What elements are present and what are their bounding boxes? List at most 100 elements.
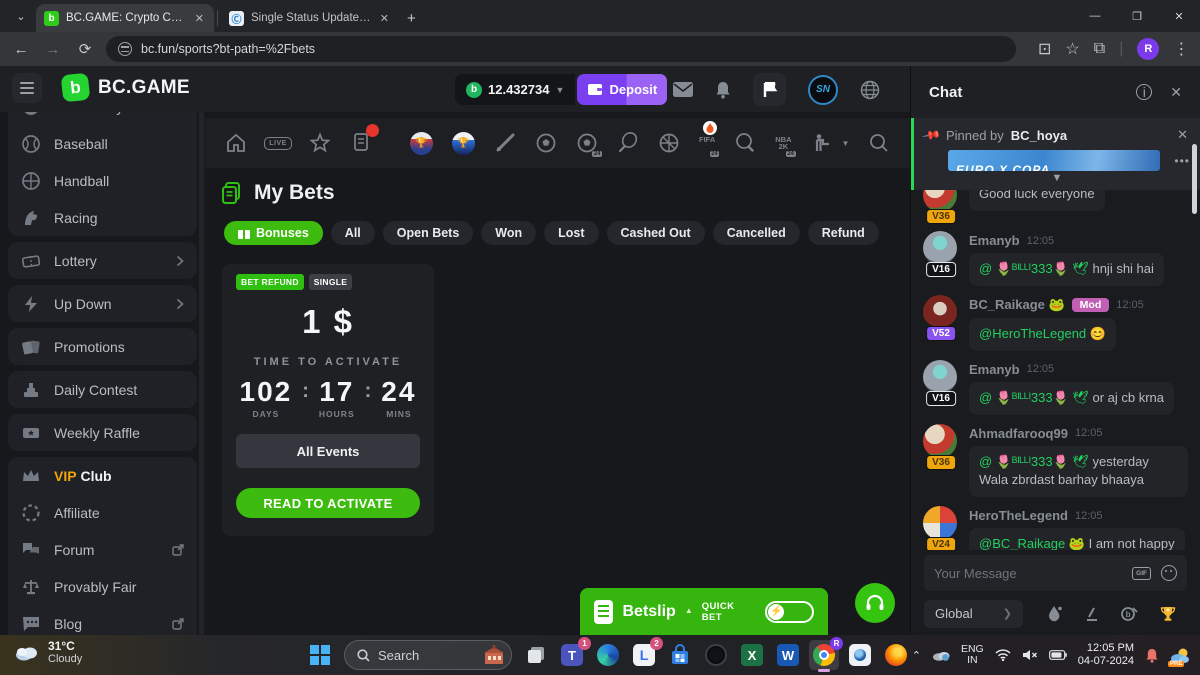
sidebar-item-handball[interactable]: Handball [8,162,197,199]
minimize-button[interactable]: — [1074,0,1116,32]
tab-status-update[interactable]: Ⓒ Single Status Update from 07/0 ✕ [221,4,399,32]
taskbar-app-camera[interactable] [845,640,875,670]
emoji-icon[interactable] [1161,565,1177,581]
sidebar-item-up-down[interactable]: Up Down [8,285,197,322]
mention[interactable]: @ 🌷ᴮᴵᴸᴸᴵ333🌷 🕊 [979,390,1089,405]
browser-profile-avatar[interactable]: R [1137,38,1159,60]
soccer-24-icon[interactable]: 24 [576,130,598,156]
taskbar-app-chrome[interactable]: R [809,640,839,670]
bell-icon[interactable] [715,81,731,99]
avatar[interactable] [923,295,957,329]
sidebar-item-daily-contest[interactable]: Daily Contest [8,371,197,408]
tab-bcgame[interactable]: b BC.GAME: Crypto Casino Game ✕ [36,4,214,32]
balance-selector[interactable]: b 12.432734 ▼ [455,74,575,105]
sidebar-item-affiliate[interactable]: Affiliate [8,494,197,531]
my-bets-icon[interactable] [350,130,372,156]
sidebar-item-weekly-raffle[interactable]: Weekly Raffle [8,414,197,451]
gif-icon[interactable]: GIF [1132,567,1151,580]
taskbar-app-word[interactable]: W [773,640,803,670]
avatar[interactable] [923,360,957,394]
onedrive-icon[interactable] [932,649,950,661]
mention[interactable]: @ 🌷ᴮᴵᴸᴸᴵ333🌷 🕊 [979,454,1089,469]
avatar[interactable] [923,424,957,458]
taskbar-app-edge[interactable] [593,640,623,670]
pinned-close-icon[interactable]: ✕ [1177,127,1188,143]
pinned-banner-image[interactable]: EURO X COPA [948,150,1160,171]
quick-bet-toggle[interactable]: ⚡ [765,601,814,623]
deposit-button[interactable]: Deposit [577,74,667,105]
table-tennis-icon[interactable] [734,130,756,156]
address-bar[interactable]: bc.fun/sports?bt-path=%2Fbets [106,36,1016,62]
taskbar-app-task-view[interactable] [521,640,551,670]
avatar[interactable] [923,506,957,540]
euro-icon[interactable]: 🏆 [452,130,475,156]
sidebar-toggle-button[interactable] [12,73,42,103]
taskbar-app-firefox[interactable] [881,640,911,670]
reload-icon[interactable]: ⟳ [74,40,96,58]
taskbar-app-teams[interactable]: T1 [557,640,587,670]
extensions-icon[interactable]: ⧉ [1094,40,1105,58]
mail-icon[interactable] [673,82,693,97]
betslip-bar[interactable]: Betslip ▲ QUICK BET ⚡ [580,588,828,635]
pinned-more-icon[interactable]: ••• [1174,154,1190,168]
notification-bell-icon[interactable] [1145,648,1159,663]
sidebar-item-provably-fair[interactable]: Provably Fair [8,568,197,605]
chat-username[interactable]: Ahmadfarooq99 [969,426,1068,441]
chat-message-input[interactable] [934,566,1122,581]
tray-chevron-icon[interactable]: ⌃ [912,649,921,662]
filter-won[interactable]: Won [481,221,536,245]
sports-news-button[interactable] [753,73,786,106]
favorites-icon[interactable] [309,130,331,156]
bookmark-star-icon[interactable]: ☆ [1065,39,1079,59]
chevron-down-icon[interactable]: ▼ [842,139,850,148]
copa-america-icon[interactable]: 🏆 [410,130,433,156]
baseball-icon[interactable] [494,130,516,156]
start-button[interactable] [305,640,335,670]
back-icon[interactable]: ← [10,41,32,58]
sidebar-item-lottery[interactable]: Lottery [8,242,197,279]
taskbar-search[interactable]: Search [344,640,512,670]
taskbar-app-alexa[interactable] [701,640,731,670]
filter-open-bets[interactable]: Open Bets [383,221,474,245]
taskbar-app-store[interactable] [665,640,695,670]
bcgame-logo[interactable]: b BC.GAME [62,74,190,101]
volume-muted-icon[interactable] [1022,649,1038,661]
sidebar-item-ice-hockey[interactable]: Ice Hockey [8,112,197,125]
user-avatar[interactable]: SN [808,75,838,105]
nba-2k24-icon[interactable]: NBA2K24 [775,130,791,156]
all-events-button[interactable]: All Events [236,434,420,468]
tennis-icon[interactable] [617,130,639,156]
avatar[interactable] [923,231,957,265]
chat-username[interactable]: HeroTheLegend [969,508,1068,523]
chat-info-icon[interactable]: i [1136,84,1152,100]
coin-drop-icon[interactable]: b [1121,606,1138,621]
sidebar-scrollbar[interactable] [199,112,204,635]
soccer-icon[interactable] [535,130,557,156]
site-settings-icon[interactable] [118,42,132,56]
live-icon[interactable]: LIVE [266,130,290,156]
tab-search-caret-icon[interactable]: ⌄ [8,3,34,29]
filter-cashed-out[interactable]: Cashed Out [607,221,705,245]
slash-command-icon[interactable] [1084,607,1100,621]
taskbar-clock[interactable]: 12:05 PM 04-07-2024 [1078,642,1134,668]
filter-cancelled[interactable]: Cancelled [713,221,800,245]
counter-strike-icon[interactable] [811,130,833,156]
rain-icon[interactable] [1048,605,1062,622]
support-button[interactable] [855,583,895,623]
tab-close-icon[interactable]: ✕ [378,12,391,25]
sidebar-item-forum[interactable]: Forum [8,531,197,568]
chat-scrollbar[interactable] [1192,144,1197,214]
chat-close-icon[interactable]: ✕ [1170,84,1182,101]
taskbar-weather[interactable]: 31°C Cloudy [14,639,82,665]
fifa-24-icon[interactable]: FIFA 24 [699,130,715,156]
menu-kebab-icon[interactable]: ⋮ [1173,39,1189,59]
language-indicator[interactable]: ENGIN [961,644,984,666]
filter-all[interactable]: All [331,221,375,245]
sports-search-icon[interactable] [868,130,890,156]
filter-bonuses[interactable]: Bonuses [224,221,323,245]
trophy-icon[interactable] [1160,606,1176,622]
new-tab-button[interactable]: + [407,10,416,27]
taskbar-app-loop[interactable]: L2 [629,640,659,670]
chat-username[interactable]: Emanyb [969,233,1020,248]
read-to-activate-button[interactable]: READ TO ACTIVATE [236,488,420,518]
